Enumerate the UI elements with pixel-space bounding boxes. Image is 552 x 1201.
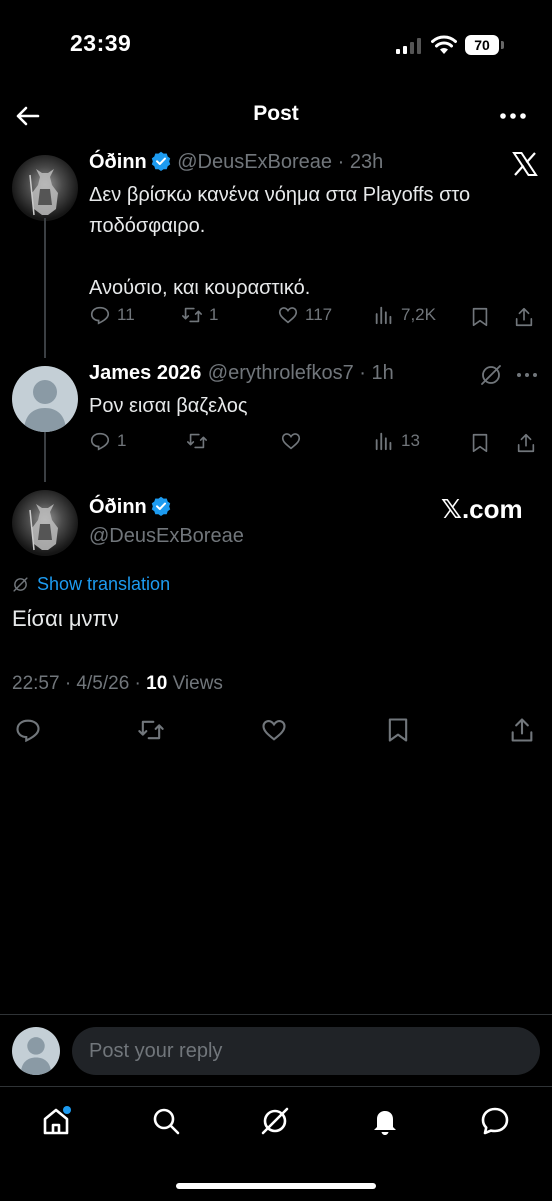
verified-badge-icon: [151, 151, 170, 171]
avatar[interactable]: [12, 490, 78, 556]
views-count: 7,2K: [401, 305, 436, 324]
wifi-icon: [431, 35, 457, 54]
search-icon[interactable]: [150, 1105, 182, 1137]
views-button[interactable]: 7,2K: [373, 304, 436, 326]
cellular-signal-icon: [396, 38, 421, 54]
more-options-icon[interactable]: [515, 366, 539, 384]
post-text: Δεν βρίσκω κανένα νόημα στα Playoffs στο…: [89, 184, 471, 299]
default-avatar-icon: [24, 380, 66, 432]
home-icon[interactable]: [40, 1105, 72, 1137]
reply-input[interactable]: Post your reply: [72, 1027, 540, 1075]
like-button[interactable]: [280, 430, 302, 452]
reply-icon: [90, 306, 110, 325]
grok-icon: [13, 577, 28, 592]
views-chart-icon: [375, 432, 392, 451]
main-post-actions: [0, 714, 552, 750]
messages-icon[interactable]: [479, 1105, 511, 1137]
author-name[interactable]: Óðinn: [89, 496, 147, 518]
reply-icon[interactable]: [14, 716, 42, 744]
heart-icon[interactable]: [260, 716, 288, 744]
heart-icon: [281, 433, 301, 450]
like-count: 117: [305, 305, 333, 324]
share-icon[interactable]: [515, 432, 537, 454]
show-translation-link[interactable]: Show translation: [12, 574, 170, 595]
post-meta: 22:57 · 4/5/26 · 10 Views: [12, 673, 223, 695]
views-button[interactable]: 13: [373, 430, 420, 452]
post-header: Óðinn @DeusExBoreae · 23h: [89, 151, 509, 174]
post-header: James 2026 @erythrolefkos7 · 1h: [89, 362, 479, 385]
bookmark-icon[interactable]: [469, 306, 491, 328]
avatar-default[interactable]: [12, 1027, 60, 1075]
avatar[interactable]: [12, 155, 78, 221]
reply-button[interactable]: 11: [89, 304, 135, 326]
repost-icon[interactable]: [137, 716, 165, 744]
share-icon[interactable]: [508, 716, 536, 744]
battery-level: 70: [474, 37, 490, 53]
show-translation-label: Show translation: [37, 574, 171, 594]
post-text: Ρον εισαι βαζελος: [89, 395, 248, 417]
statue-avatar-image: [29, 169, 58, 216]
bookmark-icon[interactable]: [469, 432, 491, 454]
post-timestamp: 22:57 · 4/5/26 ·: [12, 673, 147, 694]
share-icon[interactable]: [513, 306, 535, 328]
notifications-icon[interactable]: [369, 1105, 401, 1137]
default-avatar-icon: [20, 1037, 52, 1075]
home-indicator: [176, 1183, 376, 1189]
author-handle-time: @DeusExBoreae · 23h: [177, 151, 384, 173]
bookmark-icon[interactable]: [384, 716, 412, 744]
author-handle-time: @erythrolefkos7 · 1h: [207, 362, 394, 384]
x-logo-icon: [512, 152, 538, 176]
author-name[interactable]: James 2026: [89, 362, 201, 384]
page-title: Post: [253, 102, 299, 125]
views-chart-icon: [375, 306, 392, 325]
grok-icon[interactable]: [259, 1105, 291, 1137]
x-com-watermark: 𝕏.com: [441, 494, 523, 524]
author-handle: @DeusExBoreae: [89, 525, 244, 547]
thread-connector: [44, 218, 46, 358]
reply-icon: [90, 432, 110, 451]
repost-count: 1: [209, 305, 219, 324]
post-header: Óðinn: [89, 496, 171, 519]
post-actions: 1 13: [89, 430, 539, 458]
like-button[interactable]: 117: [277, 304, 332, 326]
grok-icon[interactable]: [479, 363, 503, 387]
reply-button[interactable]: 1: [89, 430, 126, 452]
repost-button[interactable]: [186, 430, 208, 452]
post-actions: 11 1 117 7,2K: [89, 304, 539, 332]
more-options-icon[interactable]: [498, 104, 528, 128]
repost-button[interactable]: 1: [181, 304, 218, 326]
reply-count: 11: [117, 305, 135, 324]
heart-icon: [278, 307, 298, 324]
status-time: 23:39: [70, 30, 132, 56]
verified-badge-icon: [151, 496, 170, 516]
avatar-default[interactable]: [12, 366, 78, 432]
main-post-text: Είσαι μνπν: [12, 606, 119, 631]
battery-indicator: 70: [465, 35, 505, 55]
author-name[interactable]: Óðinn: [89, 151, 147, 173]
repost-icon: [187, 433, 207, 449]
thread-connector: [44, 432, 46, 482]
views-label: Views: [167, 673, 223, 694]
views-count: 13: [401, 431, 420, 450]
views-count: 10: [146, 673, 168, 694]
repost-icon: [182, 307, 202, 323]
reply-count: 1: [117, 431, 127, 450]
statue-avatar-image: [29, 504, 58, 551]
